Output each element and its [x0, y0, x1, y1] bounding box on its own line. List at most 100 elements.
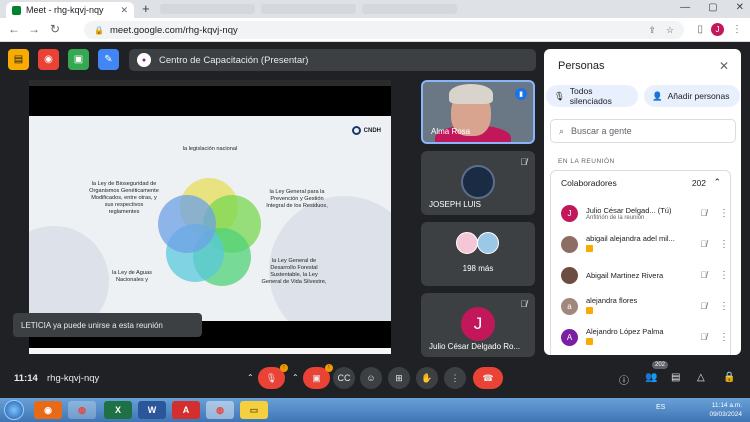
search-placeholder: Buscar a gente — [571, 126, 632, 136]
address-bar: ← → ↻ 🔒 meet.google.com/rhg-kqvj-nqy ⇪ ☆… — [0, 18, 750, 42]
side-panel-icon[interactable]: ▯ — [697, 24, 703, 35]
present-button[interactable]: ⊞ — [388, 367, 410, 389]
leave-call-button[interactable]: ☎ — [473, 367, 503, 389]
presentation-top-bar — [29, 80, 391, 86]
reactions-button[interactable]: ☺ — [360, 367, 382, 389]
mic-off-icon[interactable]: 🎙̸ — [700, 239, 707, 249]
more-vert-icon[interactable]: ⋮ — [719, 208, 729, 219]
present-screen-icon: ⊞ — [395, 372, 403, 383]
add-people-button[interactable]: 👤 Añadir personas — [644, 85, 740, 107]
mic-toggle-button[interactable]: 🎙 ! — [258, 364, 288, 389]
chrome-icon[interactable]: ◍ — [68, 401, 96, 419]
mic-off-icon: 🎙 — [554, 90, 565, 101]
mic-off-icon: 🎙̸ — [520, 157, 527, 167]
people-panel: Personas ✕ 🎙 Todos silenciados 👤 Añadir … — [544, 49, 741, 355]
person-role: Anfitrión de la reunión — [586, 214, 645, 221]
forward-icon[interactable]: → — [28, 22, 40, 36]
mic-off-icon[interactable]: 🎙̸ — [700, 301, 707, 311]
background-tab[interactable] — [362, 4, 457, 14]
slide-label-bottom-left: la Ley de Aguas Nacionales y — [112, 270, 152, 283]
list-item[interactable]: A Alejandro López Palma 🎙̸ ⋮ — [561, 325, 729, 349]
minimize-button[interactable]: — — [680, 2, 690, 13]
tools-icon[interactable]: ✎ — [98, 49, 119, 70]
browser-menu-icon[interactable]: ⋮ — [732, 24, 742, 35]
extension-icon[interactable]: ▤ — [8, 49, 29, 70]
background-tab[interactable] — [160, 4, 255, 14]
host-controls-icon[interactable]: 🔒 — [723, 372, 735, 383]
tab-close-icon[interactable]: ✕ — [120, 5, 128, 16]
mute-all-button[interactable]: 🎙 Todos silenciados — [546, 85, 638, 107]
record-icon[interactable]: ◉ — [38, 49, 59, 70]
cndh-logo: CNDH — [351, 126, 381, 135]
word-icon[interactable]: W — [138, 401, 166, 419]
browser-tab[interactable]: Meet - rhg-kqvj-nqy ✕ — [6, 2, 134, 18]
back-icon[interactable]: ← — [8, 22, 20, 36]
start-button[interactable] — [4, 400, 24, 420]
list-item[interactable]: J Julio César Delgad... (Tú) Anfitrión d… — [561, 201, 729, 225]
participant-tile-julio-cesar[interactable]: J 🎙̸ Julio César Delgado Ro... — [421, 293, 535, 357]
pdf-reader-icon[interactable]: A — [172, 401, 200, 419]
firefox-icon[interactable]: ◉ — [34, 401, 62, 419]
close-window-button[interactable]: ✕ — [736, 2, 744, 13]
file-explorer-icon[interactable]: ▭ — [240, 401, 268, 419]
reload-icon[interactable]: ↻ — [50, 22, 60, 36]
chevron-up-icon[interactable]: ⌃ — [713, 177, 721, 188]
raise-hand-button[interactable]: ✋ — [416, 367, 438, 389]
mic-off-icon[interactable]: 🎙̸ — [700, 208, 707, 218]
people-icon[interactable]: 👥 — [645, 372, 657, 383]
activities-icon[interactable]: △ — [697, 372, 705, 383]
url-field[interactable]: 🔒 meet.google.com/rhg-kqvj-nqy ⇪ ☆ — [84, 21, 684, 39]
hand-raised-icon — [586, 306, 593, 314]
presenting-banner[interactable]: ● Centro de Capacitación (Presentar) — [129, 49, 536, 71]
url-text: meet.google.com/rhg-kqvj-nqy — [109, 24, 238, 36]
participant-tile-alma-rosa[interactable]: ▮ Alma Rosa — [421, 80, 535, 144]
participant-avatar — [456, 232, 478, 254]
meeting-info-icon[interactable]: ⓘ — [619, 372, 629, 387]
participant-hair — [449, 84, 493, 104]
participant-avatar — [461, 165, 495, 199]
more-vert-icon[interactable]: ⋮ — [719, 239, 729, 250]
meeting-code: rhg-kqvj-nqy — [47, 373, 100, 384]
camera-options-chevron-icon[interactable]: ⌃ — [292, 373, 299, 382]
share-icon[interactable]: ⇪ — [648, 25, 656, 36]
collaborators-group: Colaboradores 202 ⌃ J Julio César Delgad… — [550, 170, 731, 355]
bookmark-star-icon[interactable]: ☆ — [666, 25, 674, 36]
speaking-indicator-icon: ▮ — [515, 88, 527, 100]
more-options-button[interactable]: ⋮ — [444, 367, 466, 389]
excel-icon[interactable]: X — [104, 401, 132, 419]
chat-icon[interactable]: ▤ — [671, 372, 680, 383]
list-item[interactable]: Abigail Martinez Rivera 🎙̸ ⋮ — [561, 263, 729, 287]
search-input[interactable]: ⌕ Buscar a gente — [550, 119, 736, 143]
participant-tile-joseph-luis[interactable]: 🎙̸ JOSEPH LUIS — [421, 151, 535, 215]
presentation-status-bar — [29, 348, 391, 354]
slide-label-bottom-right: la Ley General de Desarrollo Forestal Su… — [261, 258, 327, 285]
more-vert-icon[interactable]: ⋮ — [719, 270, 729, 281]
venn-circle-blue — [158, 195, 216, 253]
new-tab-button[interactable]: + — [142, 2, 150, 16]
list-item[interactable]: a alejandra flores 🎙̸ ⋮ — [561, 294, 729, 318]
mic-off-icon[interactable]: 🎙̸ — [700, 270, 707, 280]
more-vert-icon[interactable]: ⋮ — [719, 301, 729, 312]
participant-tile-more[interactable]: 198 más — [421, 222, 535, 286]
mic-options-chevron-icon[interactable]: ⌃ — [247, 373, 254, 382]
system-clock[interactable]: 11:14 a.m. 09/03/2024 — [709, 401, 742, 419]
lock-icon[interactable]: 🔒 — [94, 26, 104, 35]
mic-off-icon[interactable]: 🎙̸ — [700, 332, 707, 342]
chrome-active-icon[interactable]: ◍ — [206, 401, 234, 419]
language-indicator[interactable]: ES — [656, 404, 665, 411]
more-vert-icon[interactable]: ⋮ — [719, 332, 729, 343]
section-header: EN LA REUNIÓN — [558, 158, 615, 165]
group-name[interactable]: Colaboradores — [561, 178, 617, 188]
list-item[interactable]: abigail alejandra adel mil... 🎙̸ ⋮ — [561, 232, 729, 256]
device-icon[interactable]: ▣ — [68, 49, 89, 70]
avatar: A — [561, 328, 578, 346]
group-count: 202 — [691, 178, 706, 188]
camera-toggle-button[interactable]: ▣ ! — [303, 364, 333, 389]
captions-button[interactable]: CC — [333, 367, 355, 389]
slide-label-right: la Ley General para la Prevención y Gest… — [266, 189, 328, 209]
background-tab[interactable] — [261, 4, 356, 14]
close-icon[interactable]: ✕ — [719, 59, 729, 73]
maximize-button[interactable]: ▢ — [708, 2, 717, 13]
profile-avatar[interactable]: J — [711, 23, 724, 36]
tab-title: Meet - rhg-kqvj-nqy — [26, 5, 104, 15]
